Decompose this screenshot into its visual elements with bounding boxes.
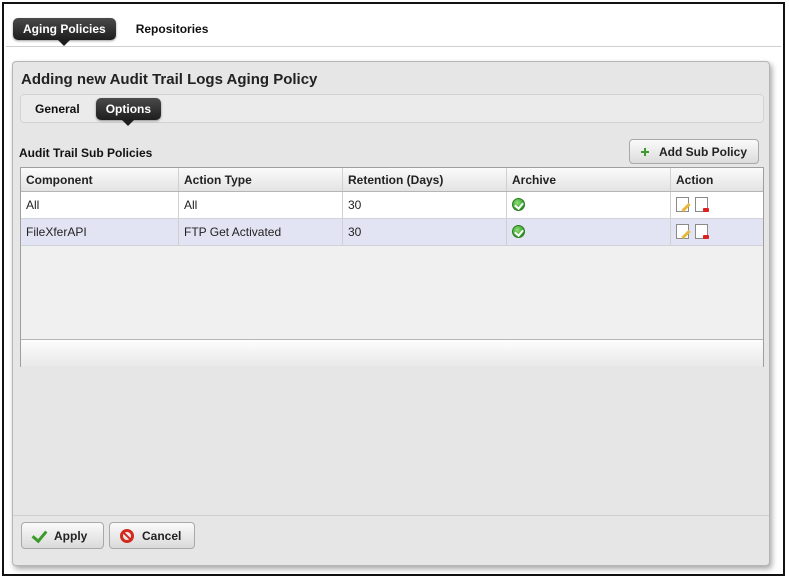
add-sub-policy-label: Add Sub Policy [658,144,747,159]
check-circle-icon [512,225,525,239]
cell-action-type: All [179,192,343,218]
footer-divider [13,515,769,516]
add-sub-policy-button[interactable]: Add Sub Policy [629,139,759,164]
delete-icon[interactable] [695,224,710,240]
table-empty-area [21,246,763,339]
tab-repositories[interactable]: Repositories [126,18,219,40]
column-header-archive[interactable]: Archive [507,168,671,191]
tab-general[interactable]: General [25,98,90,120]
cell-archive [507,192,671,218]
tab-options[interactable]: Options [95,97,162,126]
column-header-action-type[interactable]: Action Type [179,168,343,191]
policy-editor-panel: Adding new Audit Trail Logs Aging Policy… [12,61,770,566]
plus-icon [640,147,649,156]
table-header: Component Action Type Retention (Days) A… [21,168,763,192]
cell-component: All [21,192,179,218]
column-header-component[interactable]: Component [21,168,179,191]
delete-icon[interactable] [695,197,710,213]
top-divider [6,46,781,47]
cell-component: FileXferAPI [21,219,179,245]
table-footer [21,339,763,367]
cancel-icon [120,528,134,543]
check-circle-icon [512,198,525,212]
cell-retention: 30 [343,219,507,245]
cell-action [671,192,763,218]
cell-retention: 30 [343,192,507,218]
column-header-action[interactable]: Action [671,168,763,191]
table-row[interactable]: All All 30 [21,192,763,219]
subtab-bar: General Options [20,94,764,126]
sub-policies-table: Component Action Type Retention (Days) A… [20,167,764,367]
cell-action [671,219,763,245]
column-header-retention[interactable]: Retention (Days) [343,168,507,191]
table-row[interactable]: FileXferAPI FTP Get Activated 30 [21,219,763,246]
cancel-label: Cancel [142,528,182,543]
apply-label: Apply [54,528,88,543]
cancel-button[interactable]: Cancel [109,522,195,549]
edit-icon[interactable] [676,197,689,213]
cell-action-type: FTP Get Activated [179,219,343,245]
edit-icon[interactable] [676,224,689,240]
page-title: Adding new Audit Trail Logs Aging Policy [21,71,318,88]
cell-archive [507,219,671,245]
top-tab-bar: Aging Policies Repositories [13,16,219,46]
tab-aging-policies[interactable]: Aging Policies [13,18,116,46]
section-heading: Audit Trail Sub Policies [19,146,153,160]
apply-button[interactable]: Apply [21,522,104,549]
app-window: Aging Policies Repositories Adding new A… [2,2,785,576]
checkmark-icon [32,531,46,541]
